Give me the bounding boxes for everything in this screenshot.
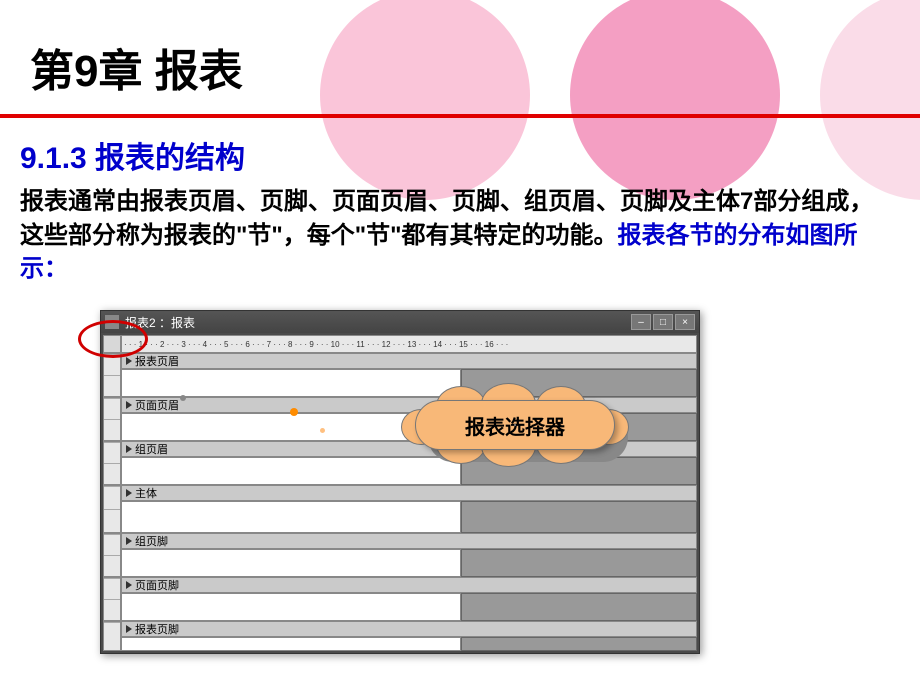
section-title: 9.1.3 报表的结构 bbox=[0, 118, 920, 185]
gray-area bbox=[461, 501, 697, 533]
section-marker-icon bbox=[126, 537, 132, 545]
gray-area bbox=[461, 637, 697, 651]
callout-cloud: 报表选择器 bbox=[415, 400, 615, 450]
section-label: 报表页眉 bbox=[135, 353, 179, 369]
decorative-dot bbox=[290, 408, 298, 416]
section-marker-icon bbox=[126, 625, 132, 633]
decorative-dot bbox=[320, 428, 325, 433]
section-label: 页面页脚 bbox=[135, 577, 179, 593]
section-bar-page-footer[interactable]: 页面页脚 bbox=[121, 577, 697, 593]
design-area-detail[interactable] bbox=[121, 501, 461, 533]
section-marker-icon bbox=[126, 445, 132, 453]
section-label: 报表页脚 bbox=[135, 621, 179, 637]
vertical-ruler-3[interactable] bbox=[103, 485, 121, 533]
section-label: 组页脚 bbox=[135, 533, 168, 549]
design-area-group-header[interactable] bbox=[121, 457, 461, 485]
design-area-group-footer[interactable] bbox=[121, 549, 461, 577]
section-marker-icon bbox=[126, 581, 132, 589]
section-label: 组页眉 bbox=[135, 441, 168, 457]
design-surface: · · · 1 · · · 2 · · · 3 · · · 4 · · · 5 … bbox=[101, 333, 699, 653]
decorative-dot bbox=[180, 395, 186, 401]
report-design-window: 报表2 ：报表 – □ × · · · 1 · · · 2 · · · 3 · … bbox=[100, 310, 700, 654]
minimize-button[interactable]: – bbox=[631, 314, 651, 330]
section-label: 主体 bbox=[135, 485, 157, 501]
chapter-title: 第9章 报表 bbox=[0, 0, 920, 114]
section-bar-detail[interactable]: 主体 bbox=[121, 485, 697, 501]
vertical-ruler-5[interactable] bbox=[103, 577, 121, 621]
section-bar-group-footer[interactable]: 组页脚 bbox=[121, 533, 697, 549]
vertical-ruler-2[interactable] bbox=[103, 441, 121, 485]
vertical-ruler-1[interactable] bbox=[103, 397, 121, 441]
vertical-ruler-0[interactable] bbox=[103, 353, 121, 397]
section-bar-report-header[interactable]: 报表页眉 bbox=[121, 353, 697, 369]
window-title: 报表2 ：报表 bbox=[125, 314, 631, 331]
vertical-ruler-6[interactable] bbox=[103, 621, 121, 651]
section-marker-icon bbox=[126, 489, 132, 497]
design-area-report-footer[interactable] bbox=[121, 637, 461, 651]
maximize-button[interactable]: □ bbox=[653, 314, 673, 330]
horizontal-ruler[interactable]: · · · 1 · · · 2 · · · 3 · · · 4 · · · 5 … bbox=[121, 335, 697, 353]
gray-area bbox=[461, 593, 697, 621]
callout-label: 报表选择器 bbox=[465, 411, 565, 440]
section-marker-icon bbox=[126, 357, 132, 365]
section-marker-icon bbox=[126, 401, 132, 409]
section-label: 页面页眉 bbox=[135, 397, 179, 413]
gray-area bbox=[461, 549, 697, 577]
design-area-report-header[interactable] bbox=[121, 369, 461, 397]
section-bar-report-footer[interactable]: 报表页脚 bbox=[121, 621, 697, 637]
close-button[interactable]: × bbox=[675, 314, 695, 330]
window-titlebar[interactable]: 报表2 ：报表 – □ × bbox=[101, 311, 699, 333]
design-area-page-footer[interactable] bbox=[121, 593, 461, 621]
vertical-ruler-4[interactable] bbox=[103, 533, 121, 577]
body-paragraph: 报表通常由报表页眉、页脚、页面页眉、页脚、组页眉、页脚及主体7部分组成，这些部分… bbox=[0, 185, 920, 286]
highlight-ellipse bbox=[78, 320, 148, 358]
